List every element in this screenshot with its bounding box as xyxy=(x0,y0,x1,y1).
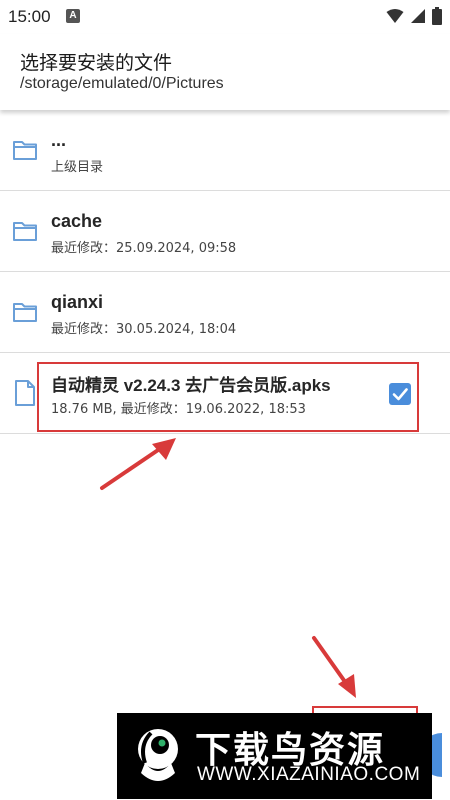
watermark-url: WWW.XIAZAINIAO.COM xyxy=(197,764,421,785)
status-time: 15:00 xyxy=(8,7,51,26)
item-subtitle: 上级目录 xyxy=(51,160,104,175)
list-item-folder-cache[interactable]: cache 最近修改：25.09.2024, 09:58 xyxy=(0,191,450,272)
watermark-banner: 下载鸟资源 WWW.XIAZAINIAO.COM xyxy=(117,713,432,799)
status-bar: 15:00 A xyxy=(0,0,450,34)
item-subtitle: 18.76 MB, 最近修改：19.06.2022, 18:53 xyxy=(51,402,306,417)
item-subtitle: 最近修改：25.09.2024, 09:58 xyxy=(51,241,237,256)
item-subtitle: 最近修改：30.05.2024, 18:04 xyxy=(51,322,237,337)
annotation-arrow-icon xyxy=(100,438,176,490)
list-item-file-apks[interactable]: 自动精灵 v2.24.3 去广告会员版.apks 18.76 MB, 最近修改：… xyxy=(0,353,450,434)
file-icon xyxy=(15,380,35,406)
current-path: /storage/emulated/0/Pictures xyxy=(20,75,224,92)
page-title: 选择要安装的文件 xyxy=(20,52,173,74)
file-list: ... 上级目录 cache 最近修改：25.09.2024, 09:58 qi… xyxy=(0,110,450,434)
item-name: ... xyxy=(51,130,67,150)
item-name: cache xyxy=(51,211,103,231)
app-bar: 选择要安装的文件 /storage/emulated/0/Pictures xyxy=(0,34,450,110)
folder-icon xyxy=(13,141,37,160)
wifi-icon xyxy=(386,9,404,23)
item-name: qianxi xyxy=(51,292,104,312)
list-item-folder-qianxi[interactable]: qianxi 最近修改：30.05.2024, 18:04 xyxy=(0,272,450,353)
annotation-arrow-icon xyxy=(312,636,356,698)
folder-icon xyxy=(13,222,37,241)
bird-logo-icon xyxy=(138,729,178,781)
signal-icon xyxy=(411,9,425,23)
battery-icon xyxy=(432,7,442,25)
item-name: 自动精灵 v2.24.3 去广告会员版.apks xyxy=(51,376,331,395)
list-item-parent-directory[interactable]: ... 上级目录 xyxy=(0,110,450,191)
app-notification-icon: A xyxy=(66,9,80,23)
file-checkbox[interactable] xyxy=(389,383,411,405)
folder-icon xyxy=(13,303,37,322)
check-icon xyxy=(392,388,408,401)
